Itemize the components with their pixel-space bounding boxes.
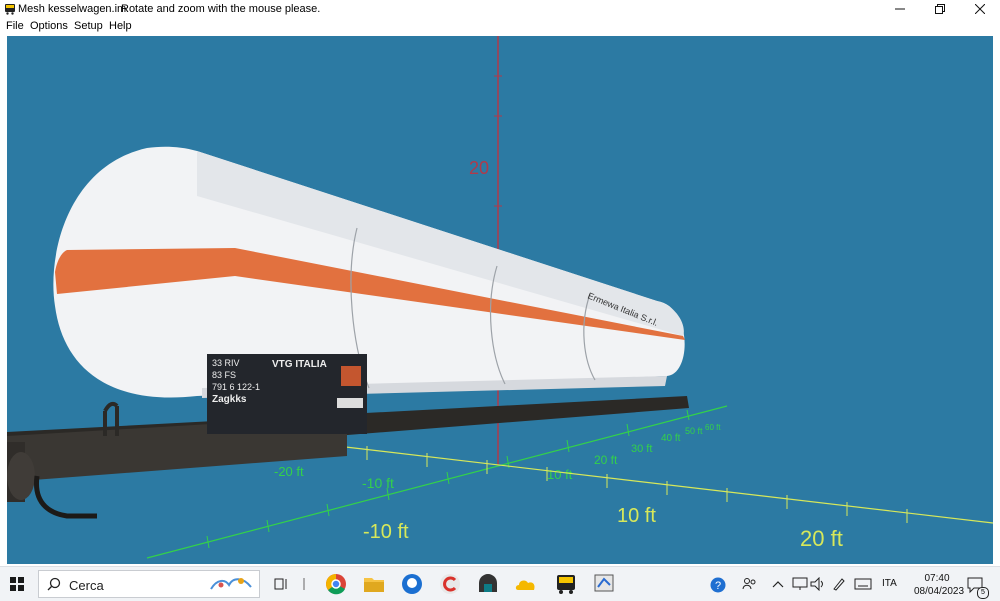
chrome-icon[interactable] bbox=[324, 572, 348, 596]
3d-viewport[interactable]: 20 -20 ft -10 ft 10 ft 20 ft 30 ft 40 ft… bbox=[7, 36, 993, 564]
floor-label-green-6: 50 ft bbox=[685, 426, 703, 436]
volume-icon[interactable] bbox=[810, 577, 826, 591]
window-hint: Rotate and zoom with the mouse please. bbox=[121, 3, 321, 15]
menu-help[interactable]: Help bbox=[109, 20, 132, 32]
language-indicator[interactable]: ITA bbox=[882, 578, 897, 589]
people-icon[interactable] bbox=[742, 577, 758, 591]
train-app-taskbar-icon[interactable] bbox=[554, 572, 578, 596]
train-app-icon bbox=[5, 4, 15, 15]
minimize-button[interactable] bbox=[880, 0, 920, 18]
chevron-up-icon[interactable] bbox=[772, 579, 784, 589]
keyboard-icon[interactable] bbox=[854, 577, 872, 591]
coupler bbox=[34, 475, 97, 519]
scene: 20 -20 ft -10 ft 10 ft 20 ft 30 ft 40 ft… bbox=[7, 36, 993, 559]
menu-bar: File Options Setup Help bbox=[0, 18, 1000, 34]
taskbar-separator-icon bbox=[303, 578, 305, 590]
window-title: Mesh kesselwagen.im bbox=[18, 3, 127, 15]
clock[interactable]: 07:40 08/04/2023 bbox=[914, 572, 965, 598]
clock-date: 08/04/2023 bbox=[914, 586, 965, 597]
floor-label-green-7: 60 ft bbox=[705, 423, 721, 432]
pen-icon[interactable] bbox=[832, 577, 846, 591]
plate-line: 83 FS bbox=[212, 370, 236, 380]
floor-label-yellow-1: 10 ft bbox=[617, 505, 656, 527]
search-icon bbox=[47, 577, 61, 591]
floor-label-green-1: -10 ft bbox=[362, 475, 394, 491]
clock-time: 07:40 bbox=[924, 573, 950, 584]
menu-file[interactable]: File bbox=[6, 20, 24, 32]
search-highlight-icon bbox=[210, 578, 252, 590]
help-icon[interactable]: ? bbox=[710, 577, 726, 593]
plate-line: 791 6 122-1 bbox=[212, 382, 260, 392]
svg-text:?: ? bbox=[715, 580, 721, 592]
plate-brand: VTG ITALIA bbox=[272, 359, 327, 370]
title-bar: Mesh kesselwagen.im Rotate and zoom with… bbox=[0, 0, 1000, 18]
close-icon bbox=[975, 4, 985, 14]
github-icon[interactable] bbox=[400, 572, 424, 596]
taskbar: Cerca ? ITA 07:40 08/04/2023 5 bbox=[0, 566, 1000, 601]
minimize-icon bbox=[895, 8, 905, 10]
floor-label-green-3: 20 ft bbox=[594, 453, 618, 467]
floor-label-green-4: 30 ft bbox=[631, 443, 652, 455]
plate-tag bbox=[337, 398, 363, 408]
menu-options[interactable]: Options bbox=[30, 20, 68, 32]
mesh-viewer-icon[interactable] bbox=[592, 572, 616, 596]
plate-line: Zagkks bbox=[212, 394, 247, 405]
windows-start-icon[interactable] bbox=[10, 577, 24, 591]
search-placeholder: Cerca bbox=[69, 578, 104, 593]
search-input[interactable]: Cerca bbox=[38, 570, 260, 598]
plate-line: 33 RIV bbox=[212, 358, 240, 368]
network-icon[interactable] bbox=[792, 577, 808, 591]
tank-wagon-model: Ermewa Italia S.r.l. 33 RIV 83 FS 791 6 … bbox=[7, 146, 689, 519]
vertical-axis-label: 20 bbox=[469, 158, 489, 178]
floor-label-green-0: -20 ft bbox=[274, 464, 304, 479]
menu-setup[interactable]: Setup bbox=[74, 20, 103, 32]
notification-count-badge: 5 bbox=[977, 587, 989, 599]
restore-icon bbox=[935, 4, 945, 14]
floor-label-green-5: 40 ft bbox=[661, 433, 681, 444]
cloud-app-icon[interactable] bbox=[514, 572, 538, 596]
floor-label-yellow-0: -10 ft bbox=[363, 521, 409, 543]
floor-label-yellow-2: 20 ft bbox=[800, 526, 843, 551]
close-button[interactable] bbox=[960, 0, 1000, 18]
tunnel-app-icon[interactable] bbox=[476, 572, 500, 596]
restore-button[interactable] bbox=[920, 0, 960, 18]
buffer-head bbox=[7, 452, 35, 500]
file-explorer-icon[interactable] bbox=[362, 572, 386, 596]
ccleaner-icon[interactable] bbox=[438, 572, 462, 596]
task-view-icon[interactable] bbox=[274, 577, 288, 591]
yellow-floor-axis: -10 ft 10 ft 20 ft bbox=[336, 445, 993, 551]
hazard-placard bbox=[341, 366, 361, 386]
wagon-data-plate: 33 RIV 83 FS 791 6 122-1 Zagkks VTG ITAL… bbox=[207, 354, 367, 434]
floor-label-green-2: 10 ft bbox=[547, 467, 573, 482]
